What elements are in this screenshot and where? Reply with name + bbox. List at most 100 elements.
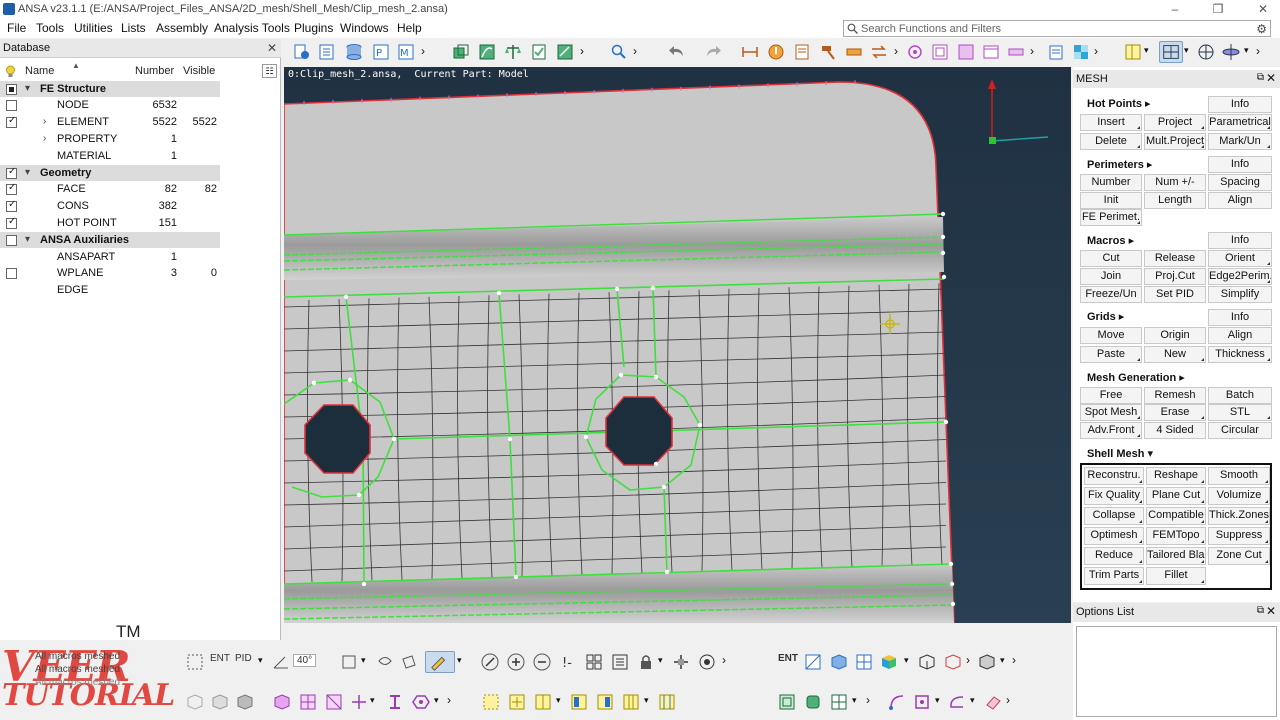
stack-icon[interactable] — [345, 43, 363, 61]
chevron-down-icon[interactable]: ▾ — [852, 695, 857, 706]
angle-input[interactable]: 40° — [293, 654, 317, 667]
close-icon[interactable]: ✕ — [267, 41, 277, 55]
chevron-right-icon[interactable]: › — [722, 653, 726, 667]
properties-icon[interactable] — [793, 43, 811, 61]
menu-tools[interactable]: Tools — [36, 21, 64, 35]
column-number[interactable]: Number — [135, 65, 174, 77]
mesh-button-erase[interactable]: Erase — [1144, 404, 1206, 421]
undo-icon[interactable] — [668, 43, 686, 61]
ruler-icon[interactable] — [1007, 43, 1025, 61]
mesh-button-set-pid[interactable]: Set PID — [1144, 286, 1206, 303]
chevron-down-icon[interactable]: ▾ — [25, 234, 30, 245]
chevron-right-icon[interactable]: › — [43, 116, 46, 127]
square-point-icon[interactable] — [913, 693, 931, 711]
visibility-checkbox[interactable] — [6, 83, 17, 95]
close-icon[interactable]: ✕ — [1266, 604, 1276, 618]
ent-label-2[interactable]: ENT — [778, 653, 798, 664]
checklist-icon[interactable] — [530, 43, 548, 61]
chevron-right-icon[interactable]: › — [1030, 44, 1034, 58]
menu-utilities[interactable]: Utilities — [74, 21, 113, 35]
target-icon[interactable] — [698, 653, 716, 671]
mesh-button-mark-un[interactable]: Mark/Un — [1208, 133, 1272, 150]
section-shell-mesh[interactable]: Shell Mesh ▾ — [1087, 447, 1153, 460]
chevron-down-icon[interactable]: ▾ — [658, 655, 663, 666]
mesh-button-insert[interactable]: Insert — [1080, 114, 1142, 131]
grid-icon[interactable] — [585, 653, 603, 671]
chevron-down-icon[interactable]: ▾ — [361, 655, 366, 666]
chevron-down-icon[interactable]: ▾ — [1144, 45, 1149, 56]
polygon-select-icon[interactable] — [400, 653, 418, 671]
grid-blue-icon[interactable] — [855, 653, 873, 671]
mesh-canvas[interactable] — [284, 67, 1071, 623]
options-list-body[interactable] — [1076, 626, 1277, 717]
mesh-button-free[interactable]: Free — [1080, 387, 1142, 404]
mesh-button-length[interactable]: Length — [1144, 192, 1206, 209]
visibility-checkbox[interactable] — [6, 115, 17, 129]
yellow-panel-icon[interactable] — [570, 693, 588, 711]
mesh-button-proj-cut[interactable]: Proj.Cut — [1144, 268, 1206, 285]
visibility-checkbox[interactable] — [6, 216, 17, 229]
plus-icon[interactable] — [507, 653, 525, 671]
menu-windows[interactable]: Windows — [340, 21, 389, 35]
globe-grid-icon[interactable] — [1197, 43, 1215, 61]
mesh-button-spacing[interactable]: Spacing — [1208, 174, 1272, 191]
mesh-view-icon[interactable] — [1159, 41, 1183, 63]
section-macros[interactable]: Macros ▸ — [1087, 234, 1134, 247]
mesh-button-stl[interactable]: STL — [1208, 404, 1272, 421]
chevron-down-icon[interactable]: ▾ — [1244, 45, 1249, 56]
pink-mesh-icon[interactable] — [325, 693, 343, 711]
cube-gray-icon[interactable] — [978, 653, 996, 671]
lasso-icon[interactable] — [376, 653, 394, 671]
chevron-down-icon[interactable]: ▾ — [457, 655, 462, 666]
mesh-button-freeze-un[interactable]: Freeze/Un — [1080, 286, 1142, 303]
green-grid-icon[interactable] — [830, 693, 848, 711]
ent-label[interactable]: ENT — [210, 653, 230, 664]
mesh-button-info[interactable]: Info — [1208, 96, 1272, 113]
chevron-right-icon[interactable]: › — [580, 44, 584, 58]
chevron-down-icon[interactable]: ▾ — [904, 655, 909, 666]
mesh-button-number[interactable]: Number — [1080, 174, 1142, 191]
grid-select-icon[interactable] — [931, 43, 949, 61]
visibility-checkbox[interactable] — [6, 268, 17, 280]
close-icon[interactable]: ✕ — [1266, 71, 1276, 85]
curve-connect-icon[interactable] — [888, 693, 906, 711]
graphics-viewport[interactable] — [284, 67, 1071, 623]
tree-row[interactable]: EDGE — [0, 282, 220, 299]
model-browser-icon[interactable]: P — [372, 43, 390, 61]
zoom-icon[interactable] — [610, 43, 628, 61]
visibility-checkbox[interactable] — [6, 100, 17, 112]
section-hot-points[interactable]: Hot Points ▸ — [1087, 97, 1151, 110]
balance-icon[interactable] — [504, 43, 522, 61]
angle-icon[interactable] — [272, 653, 290, 671]
mesh-button-circular[interactable]: Circular — [1208, 422, 1272, 439]
bounding-box-icon[interactable] — [340, 653, 358, 671]
chevron-down-icon[interactable]: ▾ — [935, 695, 940, 706]
hammer-icon[interactable] — [819, 43, 837, 61]
mesh-button-move[interactable]: Move — [1080, 327, 1142, 344]
mesh-button-info[interactable]: Info — [1208, 309, 1272, 326]
chevron-down-icon[interactable]: ▾ — [258, 655, 263, 666]
color-icon[interactable] — [1072, 43, 1090, 61]
color-cube-icon[interactable] — [880, 653, 898, 671]
visibility-checkbox[interactable] — [6, 182, 17, 196]
chevron-right-icon[interactable]: › — [1012, 653, 1016, 667]
chevron-right-icon[interactable]: › — [1094, 44, 1098, 58]
close-icon[interactable]: ✕ — [1248, 1, 1278, 18]
visibility-checkbox[interactable] — [6, 166, 17, 179]
curves-icon[interactable] — [478, 43, 496, 61]
minimize-icon[interactable]: – — [1160, 1, 1190, 18]
cards-icon[interactable] — [318, 43, 336, 61]
chevron-right-icon[interactable]: › — [866, 693, 870, 707]
yellow-columns-icon[interactable] — [658, 693, 676, 711]
tree-row[interactable]: HOT POINT 151 — [0, 215, 220, 232]
tree-group-row[interactable]: ▾ FE Structure — [0, 80, 220, 98]
pipe-icon[interactable] — [845, 43, 863, 61]
move-icon[interactable] — [672, 653, 690, 671]
chevron-right-icon[interactable]: › — [1006, 693, 1010, 707]
mesh-button-origin[interactable]: Origin — [1144, 327, 1206, 344]
pick-brush-icon[interactable] — [425, 651, 455, 673]
wire-cube-icon[interactable] — [918, 653, 936, 671]
red-wire-cube-icon[interactable] — [944, 653, 962, 671]
float-icon[interactable]: ⧉ — [1257, 72, 1264, 83]
select-box-icon[interactable] — [186, 653, 204, 671]
